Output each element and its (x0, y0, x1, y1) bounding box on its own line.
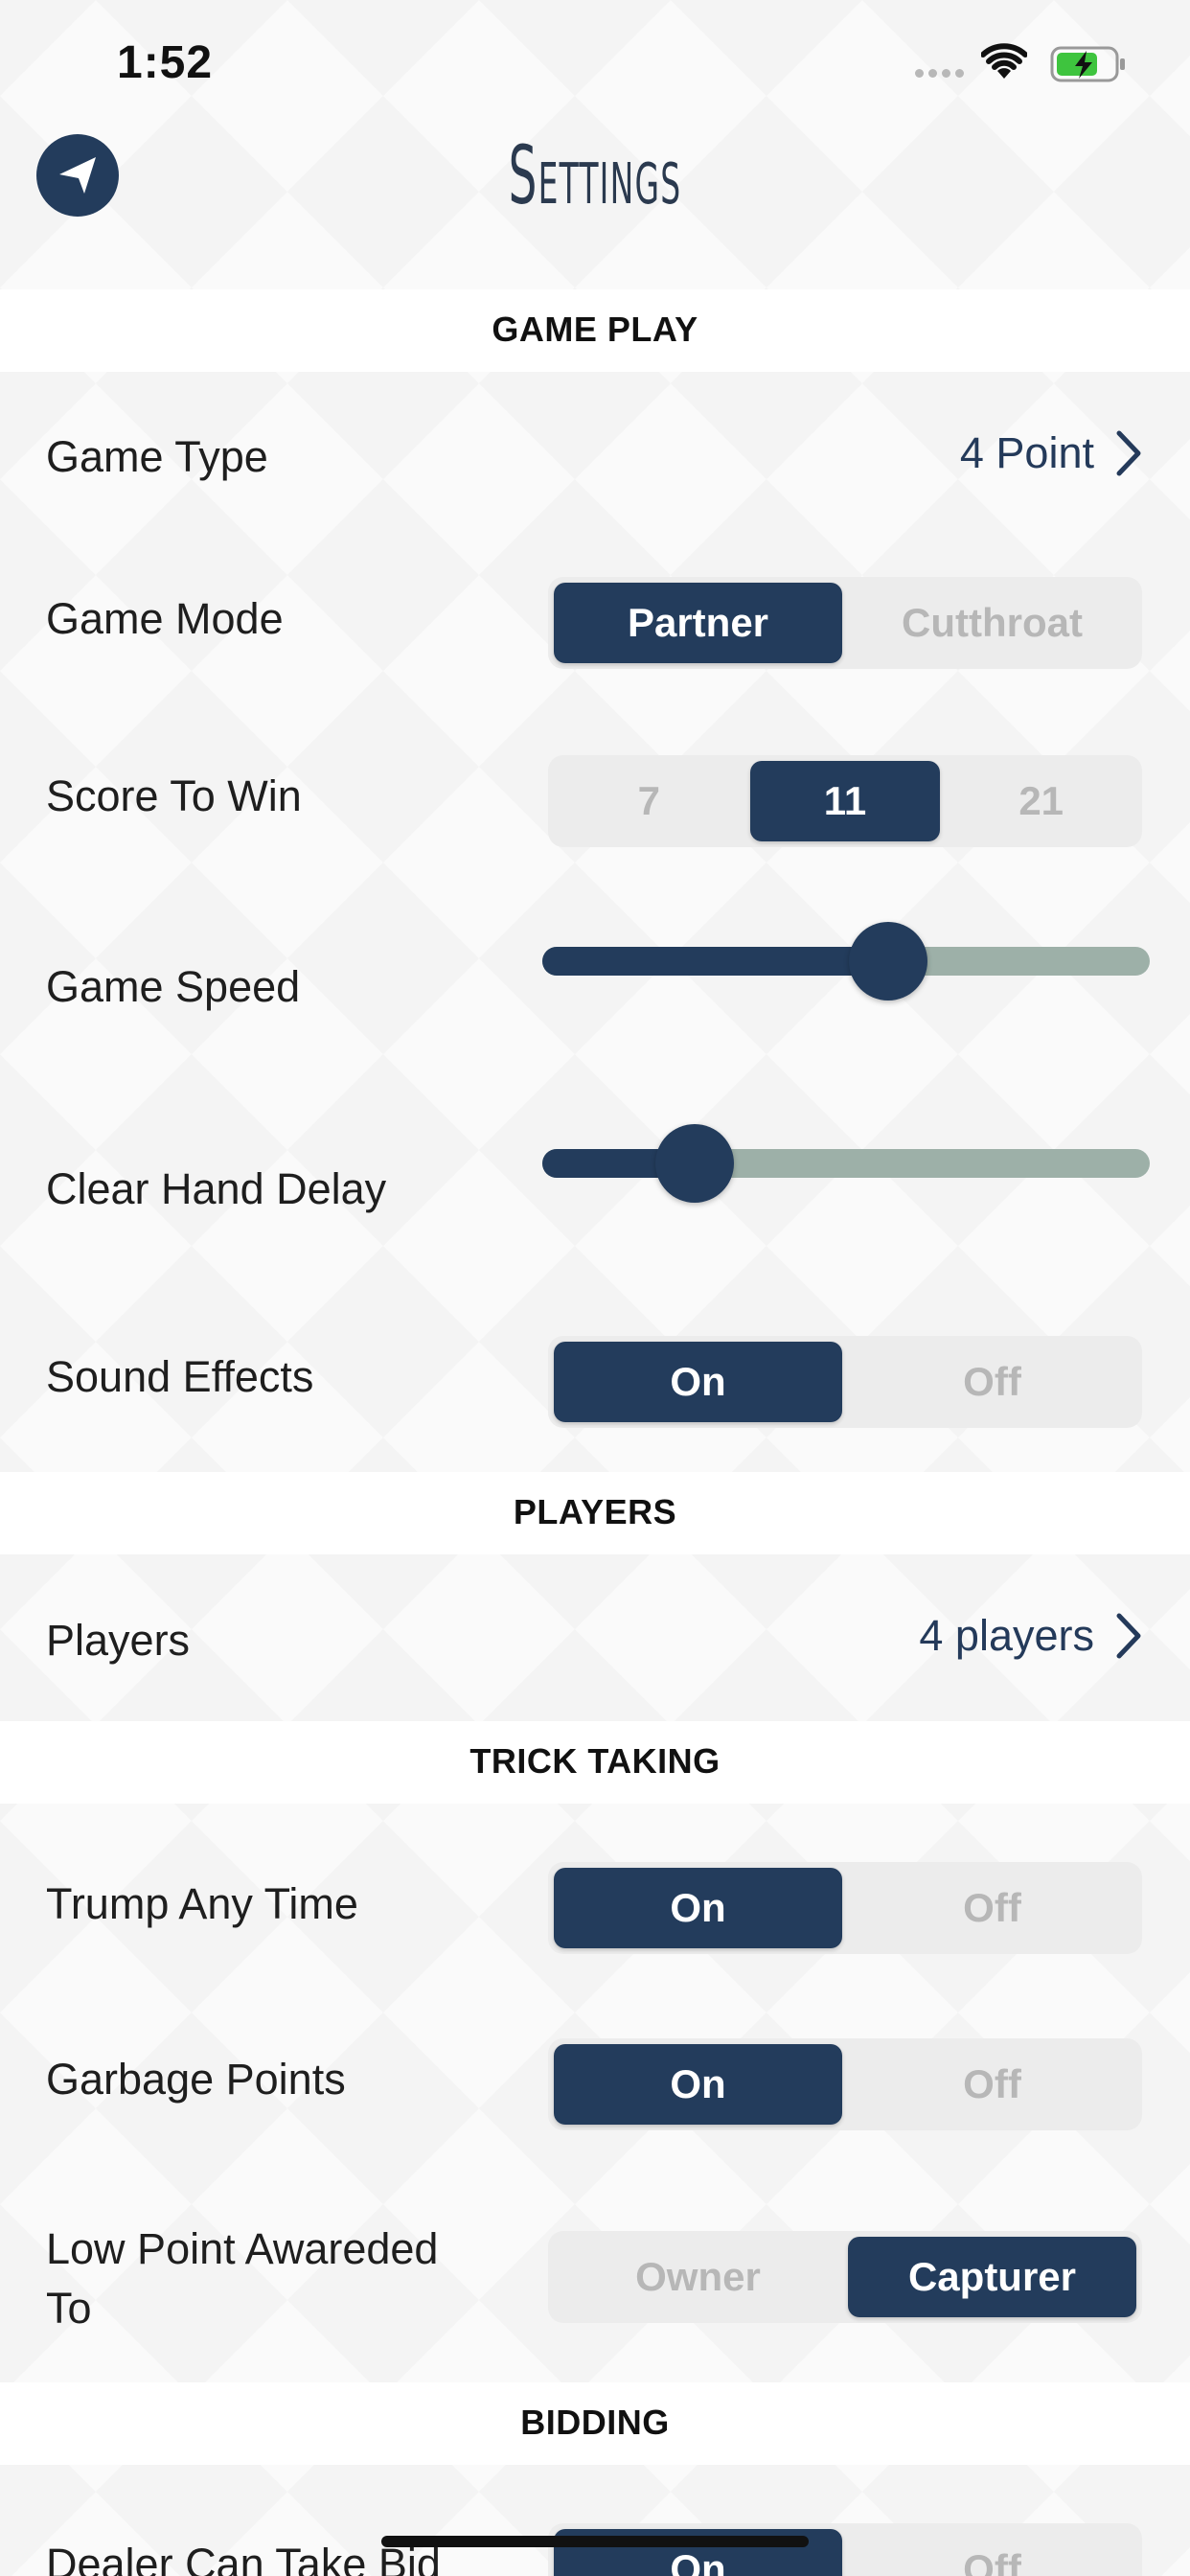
chevron-right-icon (1116, 1613, 1141, 1659)
dealer-take-bid-off[interactable]: Off (848, 2529, 1136, 2576)
trump-any-time-label: Trump Any Time (46, 1879, 358, 1928)
game-mode-option-partner[interactable]: Partner (554, 583, 842, 663)
trump-any-time-on[interactable]: On (554, 1868, 842, 1948)
trump-any-time-toggle[interactable]: On Off (548, 1862, 1142, 1954)
score-option-7[interactable]: 7 (554, 761, 744, 841)
low-point-option-capturer[interactable]: Capturer (848, 2237, 1136, 2317)
garbage-points-toggle[interactable]: On Off (548, 2038, 1142, 2130)
players-value: 4 players (919, 1611, 1094, 1660)
game-type-label: Game Type (46, 432, 268, 481)
clear-hand-delay-label: Clear Hand Delay (46, 1164, 387, 1213)
garbage-points-on[interactable]: On (554, 2044, 842, 2125)
home-indicator (381, 2536, 809, 2547)
score-option-11[interactable]: 11 (749, 761, 941, 841)
players-label: Players (46, 1616, 191, 1665)
score-option-21[interactable]: 21 (946, 761, 1136, 841)
garbage-points-off[interactable]: Off (848, 2044, 1136, 2125)
sound-effects-off[interactable]: Off (848, 1342, 1136, 1422)
game-mode-segmented-control[interactable]: Partner Cutthroat (548, 577, 1142, 669)
sound-effects-on[interactable]: On (554, 1342, 842, 1422)
status-time: 1:52 (117, 37, 214, 88)
game-type-value: 4 Point (959, 428, 1094, 477)
back-button[interactable] (36, 134, 119, 217)
chevron-right-icon (1116, 430, 1141, 476)
sound-effects-toggle[interactable]: On Off (548, 1336, 1142, 1428)
section-title-players: PLAYERS (513, 1492, 677, 1531)
section-title-trick-taking: TRICK TAKING (469, 1741, 721, 1781)
game-speed-slider-fill (542, 947, 889, 976)
low-point-label-line2: To (46, 2284, 92, 2333)
section-title-game-play: GAME PLAY (492, 310, 698, 349)
dealer-take-bid-label: Dealer Can Take Bid (46, 2540, 441, 2576)
page-title: Settings (508, 128, 682, 222)
sound-effects-label: Sound Effects (46, 1352, 314, 1401)
clear-hand-delay-slider[interactable] (542, 1124, 1150, 1203)
game-type-selector[interactable]: 4 Point (960, 427, 1146, 479)
score-to-win-label: Score To Win (46, 771, 302, 820)
wifi-icon (981, 43, 1027, 79)
back-arrow-icon (59, 157, 96, 194)
players-selector[interactable]: 4 players (919, 1610, 1146, 1662)
game-mode-label: Game Mode (46, 594, 284, 643)
battery-charging-icon (1050, 46, 1125, 82)
low-point-label-line1: Low Point Awareded (46, 2224, 439, 2273)
trump-any-time-off[interactable]: Off (848, 1868, 1136, 1948)
section-title-bidding: BIDDING (520, 2403, 670, 2442)
low-point-option-owner[interactable]: Owner (554, 2237, 842, 2317)
score-to-win-segmented-control[interactable]: 7 11 21 (548, 755, 1142, 847)
game-speed-slider[interactable] (542, 922, 1150, 1000)
clear-hand-delay-slider-thumb[interactable] (654, 1124, 734, 1203)
game-speed-slider-thumb[interactable] (849, 922, 928, 1000)
game-mode-option-cutthroat[interactable]: Cutthroat (848, 583, 1136, 663)
garbage-points-label: Garbage Points (46, 2055, 346, 2104)
cellular-signal-icon (915, 69, 964, 78)
low-point-segmented-control[interactable]: Owner Capturer (548, 2231, 1142, 2323)
game-speed-label: Game Speed (46, 962, 301, 1011)
low-point-label: Low Point Awareded To (46, 2220, 438, 2338)
dealer-take-bid-toggle[interactable]: On Off (548, 2523, 1142, 2576)
